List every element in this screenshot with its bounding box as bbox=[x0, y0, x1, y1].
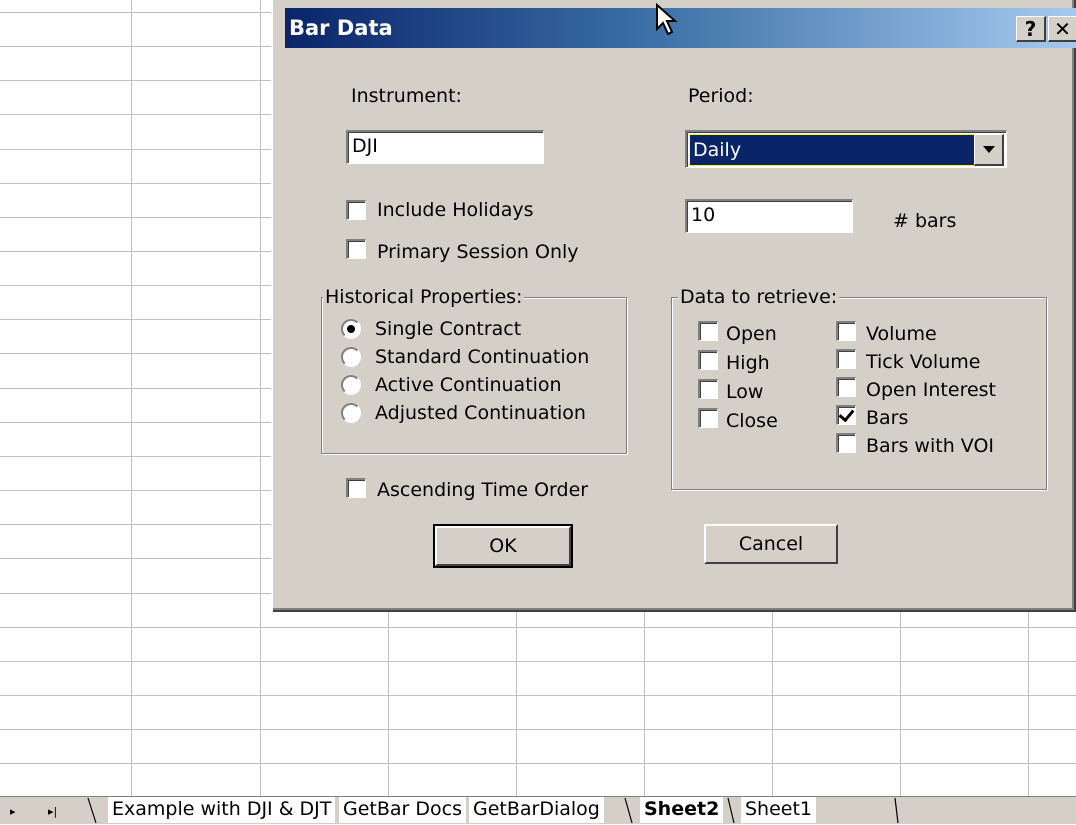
include-holidays-checkbox[interactable] bbox=[346, 200, 366, 220]
data-checkbox[interactable] bbox=[836, 349, 856, 369]
sheet-tab[interactable]: Sheet2 bbox=[640, 797, 724, 823]
historical-radio[interactable] bbox=[341, 375, 361, 395]
bars-count-label: # bars bbox=[893, 210, 957, 232]
instrument-input[interactable]: DJI bbox=[346, 130, 544, 164]
data-option-label: Bars bbox=[866, 407, 909, 429]
historical-radio[interactable] bbox=[341, 347, 361, 367]
data-checkbox[interactable] bbox=[836, 377, 856, 397]
historical-radio[interactable] bbox=[341, 403, 361, 423]
close-button[interactable]: ✕ bbox=[1048, 16, 1076, 42]
historical-option-label: Single Contract bbox=[375, 318, 522, 340]
sheet-tab-bar: ▸ ▸| Example with DJI & DJT GetBar Docs Ge… bbox=[0, 796, 1076, 824]
historical-option-label: Active Continuation bbox=[375, 374, 562, 396]
sheet-tab-divider bbox=[894, 797, 899, 824]
data-option-label: Volume bbox=[866, 323, 937, 345]
historical-option-label: Standard Continuation bbox=[375, 346, 590, 368]
data-option-label: Open Interest bbox=[866, 379, 997, 401]
chevron-down-icon[interactable] bbox=[974, 134, 1004, 166]
historical-radio[interactable] bbox=[341, 319, 361, 339]
period-selected-value: Daily bbox=[689, 134, 975, 166]
sheet-tab[interactable]: GetBarDialog bbox=[469, 797, 604, 823]
data-option-label: Close bbox=[726, 410, 778, 432]
ascending-time-order-label: Ascending Time Order bbox=[377, 479, 589, 501]
historical-option-label: Adjusted Continuation bbox=[375, 402, 586, 424]
data-checkbox[interactable] bbox=[698, 379, 718, 399]
data-option-label: Low bbox=[726, 381, 764, 403]
primary-session-label: Primary Session Only bbox=[377, 241, 579, 263]
historical-properties-title: Historical Properties: bbox=[323, 286, 525, 308]
mouse-cursor-icon bbox=[656, 3, 678, 36]
period-select[interactable]: Daily bbox=[685, 130, 1007, 168]
data-option-label: Bars with VOI bbox=[866, 435, 994, 457]
data-option-label: High bbox=[726, 352, 770, 374]
cancel-button[interactable]: Cancel bbox=[704, 524, 838, 564]
help-button[interactable]: ? bbox=[1016, 16, 1046, 42]
primary-session-checkbox[interactable] bbox=[346, 239, 366, 259]
data-checkbox[interactable] bbox=[698, 350, 718, 370]
dialog-titlebar[interactable]: Bar Data ? ✕ bbox=[285, 8, 1076, 48]
sheet-tab-divider bbox=[727, 797, 735, 824]
sheet-tab[interactable]: Sheet1 bbox=[741, 797, 817, 823]
data-checkbox[interactable] bbox=[698, 408, 718, 428]
data-checkbox[interactable] bbox=[698, 321, 718, 341]
ok-button[interactable]: OK bbox=[433, 524, 573, 568]
sheet-tab-divider bbox=[624, 797, 633, 824]
data-checkbox[interactable] bbox=[836, 405, 856, 425]
data-to-retrieve-title: Data to retrieve: bbox=[678, 286, 840, 308]
data-option-label: Open bbox=[726, 323, 777, 345]
data-checkbox[interactable] bbox=[836, 433, 856, 453]
instrument-label: Instrument: bbox=[351, 85, 462, 107]
include-holidays-label: Include Holidays bbox=[377, 199, 534, 221]
sheet-tab[interactable]: GetBar Docs bbox=[339, 797, 466, 823]
bar-data-dialog: Bar Data ? ✕ Instrument: DJI Period: Dai… bbox=[271, 0, 1076, 612]
dialog-title: Bar Data bbox=[289, 16, 393, 40]
data-option-label: Tick Volume bbox=[866, 351, 981, 373]
close-icon: ✕ bbox=[1054, 17, 1071, 41]
data-checkbox[interactable] bbox=[836, 321, 856, 341]
sheet-tab-divider bbox=[87, 797, 97, 824]
period-label: Period: bbox=[688, 85, 754, 107]
bars-count-input[interactable]: 10 bbox=[685, 199, 853, 233]
sheet-tab[interactable]: Example with DJI & DJT bbox=[108, 797, 336, 823]
ascending-time-order-checkbox[interactable] bbox=[346, 478, 366, 498]
